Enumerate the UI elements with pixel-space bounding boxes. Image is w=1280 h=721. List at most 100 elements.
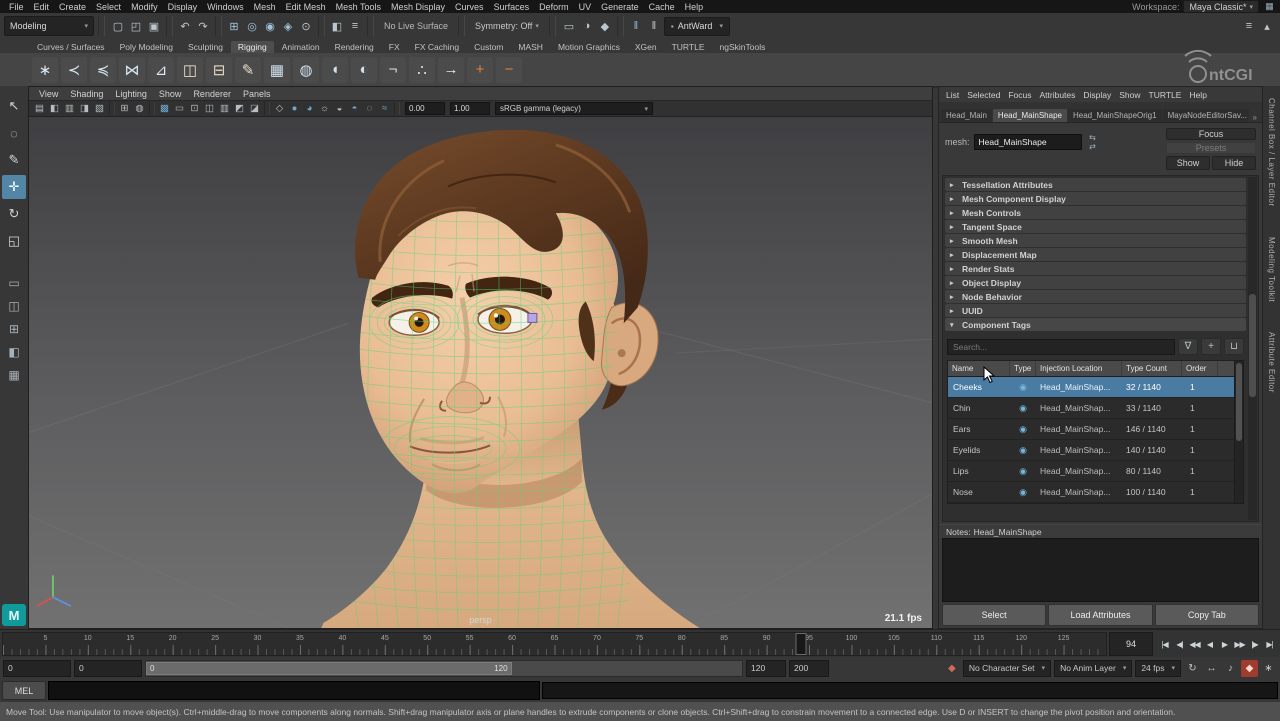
time-slider[interactable]: 5 10 15 20 25 30 35 40 45 50 55 60 65 70 75 80 85 90 95 100… [2,632,1107,656]
component-handle[interactable] [527,312,538,323]
shelf-tab[interactable]: Rendering [328,41,381,53]
shelf-tab[interactable]: Sculpting [181,41,230,53]
cluster-icon[interactable]: ◖ [322,56,348,83]
viewport-toolbar-icon[interactable] [149,102,155,115]
command-language-button[interactable]: MEL [2,681,46,700]
copy-tab-button[interactable]: Copy Tab [1154,604,1259,626]
table-column-header[interactable]: Name [948,361,1010,376]
safe-title-icon[interactable]: ◪ [247,102,262,115]
animation-preferences-icon[interactable]: ∗ [1260,660,1277,677]
Ears[interactable]: Ears ◉ Head_MainShap... 146 / 1140 1 [948,419,1234,440]
step-forward-frame-button[interactable]: ▶▶ [1232,634,1247,654]
pause-evaluation-icon[interactable]: ‖ [627,17,645,35]
shadows-icon[interactable]: ◒ [332,102,347,115]
Lips[interactable]: Lips ◉ Head_MainShap... 80 / 1140 1 [948,461,1234,482]
ik-spline-handle-icon[interactable]: ≼ [90,56,116,83]
expander-arrow-icon[interactable]: ▸ [950,195,958,203]
playback-start-field[interactable] [74,659,142,677]
shelf-tab[interactable]: Motion Graphics [551,41,627,53]
snap-to-grid-icon[interactable]: ⊞ [225,17,243,35]
paint-skin-weights-icon[interactable]: ✎ [235,56,261,83]
attribute-section-header[interactable]: ▸ UUID [945,304,1246,317]
attribute-section-header[interactable]: ▸ Mesh Component Display [945,192,1246,205]
range-slider[interactable]: 0 120 [145,659,743,677]
load-attributes-button[interactable]: Load Attributes [1048,604,1153,626]
attribute-editor-menu-item[interactable]: Show [1115,90,1144,100]
perspective-viewport[interactable]: View Shading Lighting Show Renderer Panels ▤ ◧… [28,86,933,629]
colorspace-selector[interactable]: sRGB gamma (legacy) ▾ [495,102,653,115]
menu-item[interactable]: Help [680,2,709,12]
menu-item[interactable]: Select [91,2,126,12]
undo-icon[interactable]: ↶ [176,17,194,35]
bookmarks-icon[interactable]: ◨ [77,102,92,115]
animation-start-field[interactable] [3,659,71,677]
aim-constraint-icon[interactable]: → [438,56,464,83]
expander-arrow-icon[interactable]: ▸ [950,237,958,245]
animation-end-field[interactable] [789,659,829,677]
shelf-tab[interactable]: XGen [628,41,664,53]
attribute-section-header[interactable]: ▸ Displacement Map [945,248,1246,261]
expander-arrow-icon[interactable]: ▸ [950,181,958,189]
shelf-tab[interactable]: FX Caching [408,41,466,53]
attribute-editor-menu-item[interactable]: List [942,90,963,100]
command-input[interactable] [48,681,540,700]
pin-node-icon[interactable]: ⇆ [1086,133,1100,142]
attribute-section-header[interactable]: ▸ Tessellation Attributes [945,178,1246,191]
orient-joint-icon[interactable]: ⊿ [148,56,174,83]
make-live-icon[interactable]: ⊙ [297,17,315,35]
table-column-header[interactable]: Order [1182,361,1218,376]
playback-range-handle[interactable]: 0 120 [146,661,512,675]
node-tab[interactable]: Head_MainShapeOrig1 [1067,109,1162,122]
set-key-icon[interactable]: ◆ [944,663,960,674]
tag-search-input[interactable] [947,338,1175,355]
attribute-section-header[interactable]: ▸ Smooth Mesh [945,234,1246,247]
go-to-end-button[interactable]: ▶| [1262,634,1277,654]
show-button[interactable]: Show [1166,156,1210,170]
panel-options-icon[interactable]: ≡ [1240,17,1258,35]
blend-shape-icon[interactable]: ◐ [351,56,377,83]
attribute-editor-menu-item[interactable]: Selected [963,90,1004,100]
viewport-toolbar-icon[interactable] [109,102,115,115]
menu-item[interactable]: Cache [644,2,680,12]
menu-set-selector[interactable]: Modeling ▾ [4,16,94,36]
no-live-surface-label[interactable]: No Live Surface [378,21,454,31]
menu-item[interactable]: Display [163,2,203,12]
move-tool[interactable]: ✛ [2,175,26,199]
2d-pan-zoom-icon[interactable]: ⊞ [117,102,132,115]
menu-item[interactable]: Modify [126,2,163,12]
swap-node-icon[interactable]: ⇄ [1086,142,1100,151]
menu-item[interactable]: Mesh [249,2,281,12]
safe-action-icon[interactable]: ◩ [232,102,247,115]
menu-item[interactable]: UV [574,2,597,12]
playback-clamp-icon[interactable]: ↔ [1203,660,1220,677]
mirror-joint-icon[interactable]: ⋈ [119,56,145,83]
camera-attributes-icon[interactable]: ▥ [62,102,77,115]
attribute-section-header[interactable]: ▸ Object Display [945,276,1246,289]
menu-item[interactable]: Curves [450,2,489,12]
select-tool[interactable]: ↖ [2,94,26,118]
playback-end-field[interactable] [746,659,786,677]
viewport-menu-item[interactable]: Show [153,89,188,99]
node-tab[interactable]: MayaNodeEditorSav... [1162,109,1249,122]
viewport-toolbar-icon[interactable] [264,102,270,115]
character-set-selector[interactable]: No Character Set ▾ [962,659,1052,677]
shelf-tab[interactable]: ngSkinTools [713,41,773,53]
select-camera-icon[interactable]: ▤ [32,102,47,115]
menu-item[interactable]: Deform [534,2,574,12]
interactive-playback-icon[interactable]: ‖ [645,17,663,35]
expander-arrow-icon[interactable]: ▸ [950,307,958,315]
gate-mask-icon[interactable]: ◫ [202,102,217,115]
menu-item[interactable]: Mesh Display [386,2,450,12]
node-name-field[interactable] [973,134,1082,150]
play-backwards-button[interactable]: ◀ [1202,634,1217,654]
menu-item[interactable]: Edit Mesh [281,2,331,12]
current-frame-marker[interactable] [795,633,807,655]
renderer-checkbox-icon[interactable]: ▪ [671,22,674,31]
step-back-key-button[interactable]: ◀| [1172,634,1187,654]
range-start-label[interactable]: 0 [150,664,154,673]
step-forward-key-button[interactable]: |▶ [1247,634,1262,654]
attribute-editor-menu-item[interactable]: TURTLE [1145,90,1186,100]
expander-arrow-icon[interactable]: ▸ [950,223,958,231]
hypershade-layout-icon[interactable]: ▦ [2,365,26,385]
viewport-menu-item[interactable]: Panels [237,89,277,99]
